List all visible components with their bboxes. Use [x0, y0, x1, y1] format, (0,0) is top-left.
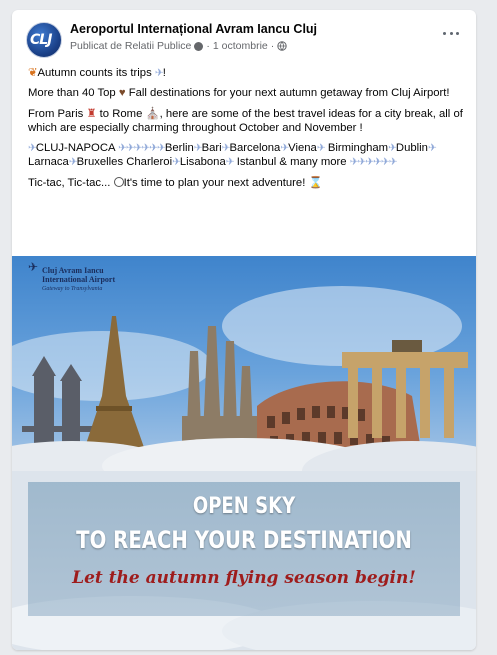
globe-icon: [277, 41, 287, 51]
headline-2: TO REACH YOUR DESTINATION: [76, 526, 412, 554]
post-line: From Paris ♜ to Rome ⛪, here are some of…: [28, 107, 463, 134]
plane-icon: ✈: [388, 142, 397, 155]
plane-icon: ✈: [225, 156, 235, 169]
building-icon: ⛪: [145, 107, 160, 120]
post-image[interactable]: ✈ Cluj Avram Iancu International Airport…: [12, 256, 476, 650]
post-header: CLJ Aeroportul Internațional Avram Iancu…: [12, 10, 476, 60]
plane-icon: ✈: [280, 142, 289, 155]
headline-1: OPEN SKY: [192, 494, 296, 519]
logo-line-1: Cluj Avram Iancu: [42, 266, 104, 275]
heart-icon: ♥: [118, 87, 126, 100]
hourglass-icon: ⌛: [308, 176, 323, 189]
pin-icon: ♜: [86, 107, 97, 120]
separator: ·: [270, 40, 275, 52]
plane-icon: ✈: [68, 156, 78, 169]
script-line: Let the autumn flying season begin!: [72, 568, 416, 588]
post-line: More than 40 Top ♥ Fall destinations for…: [28, 87, 450, 100]
plane-icon: ✈: [28, 142, 37, 155]
separator: ·: [206, 40, 210, 52]
clock-icon: [113, 176, 124, 187]
author-link[interactable]: Publicat de Relatii Publice: [70, 40, 191, 52]
avatar[interactable]: CLJ: [26, 22, 62, 58]
plane-icon: ✈: [193, 142, 203, 155]
headline-banner: OPEN SKY TO REACH YOUR DESTINATION Let t…: [28, 482, 460, 616]
post-date-link[interactable]: 1 octombrie: [213, 40, 268, 52]
more-icon: [443, 31, 446, 35]
logo-tagline: Gateway to Transylvania: [42, 286, 103, 292]
plane-icon: ✈: [427, 142, 437, 155]
plane-logo-icon: ✈: [28, 260, 39, 274]
plane-icon: ✈: [316, 142, 326, 155]
page-name-link[interactable]: Aeroportul Internațional Avram Iancu Clu…: [70, 22, 317, 36]
post-line: Tic-tac, Tic-tac... It's time to plan yo…: [28, 176, 323, 189]
info-icon: [194, 41, 204, 51]
plane-icon: ✈: [172, 156, 181, 169]
post-card: CLJ Aeroportul Internațional Avram Iancu…: [12, 10, 476, 650]
post-text: ❦Autumn counts its trips ✈! More than 40…: [28, 66, 470, 196]
plane-icon: ✈✈✈✈✈✈: [349, 156, 398, 169]
more-options-button[interactable]: [440, 26, 462, 40]
plane-icon: ✈: [154, 67, 164, 79]
plane-icon: ✈✈✈✈✈✈: [118, 142, 166, 155]
post-meta: Publicat de Relatii Publice · 1 octombri…: [70, 40, 287, 52]
destinations-line: ✈CLUJ-NAPOCA ✈✈✈✈✈✈Berlin✈Bari✈Barcelona…: [28, 142, 437, 169]
logo-line-2: International Airport: [42, 275, 116, 284]
post-line: ❦Autumn counts its trips ✈!: [28, 67, 166, 79]
avatar-text: CLJ: [30, 32, 52, 48]
